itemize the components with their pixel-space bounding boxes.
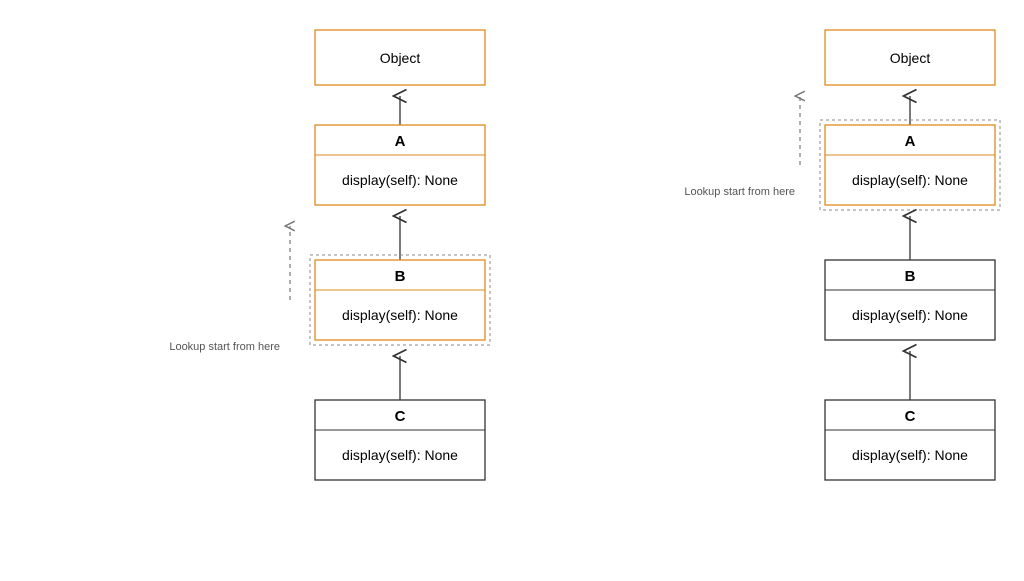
- class-a-left: A display(self): None: [315, 125, 485, 205]
- object-label: Object: [890, 50, 931, 66]
- class-c-method: display(self): None: [852, 447, 968, 463]
- class-c-name: C: [395, 408, 406, 425]
- object-label: Object: [380, 50, 421, 66]
- class-b-left: B display(self): None: [310, 255, 490, 345]
- left-column: Object A display(self): None B display(s…: [169, 30, 490, 480]
- class-b-name: B: [395, 268, 406, 285]
- class-b-right: B display(self): None: [825, 260, 995, 340]
- class-a-method: display(self): None: [852, 172, 968, 188]
- class-c-left: C display(self): None: [315, 400, 485, 480]
- lookup-caption-right: Lookup start from here: [684, 186, 795, 198]
- lookup-caption-left: Lookup start from here: [169, 341, 280, 353]
- class-object-right: Object: [825, 30, 995, 85]
- class-c-name: C: [905, 408, 916, 425]
- right-column: Object A display(self): None Lookup star…: [684, 30, 1000, 480]
- class-a-method: display(self): None: [342, 172, 458, 188]
- class-b-method: display(self): None: [342, 307, 458, 323]
- class-c-right: C display(self): None: [825, 400, 995, 480]
- class-a-name: A: [395, 133, 406, 150]
- class-object-left: Object: [315, 30, 485, 85]
- class-b-method: display(self): None: [852, 307, 968, 323]
- class-a-right: A display(self): None: [820, 120, 1000, 210]
- inheritance-diagram: Object A display(self): None B display(s…: [0, 0, 1024, 581]
- class-c-method: display(self): None: [342, 447, 458, 463]
- class-b-name: B: [905, 268, 916, 285]
- class-a-name: A: [905, 133, 916, 150]
